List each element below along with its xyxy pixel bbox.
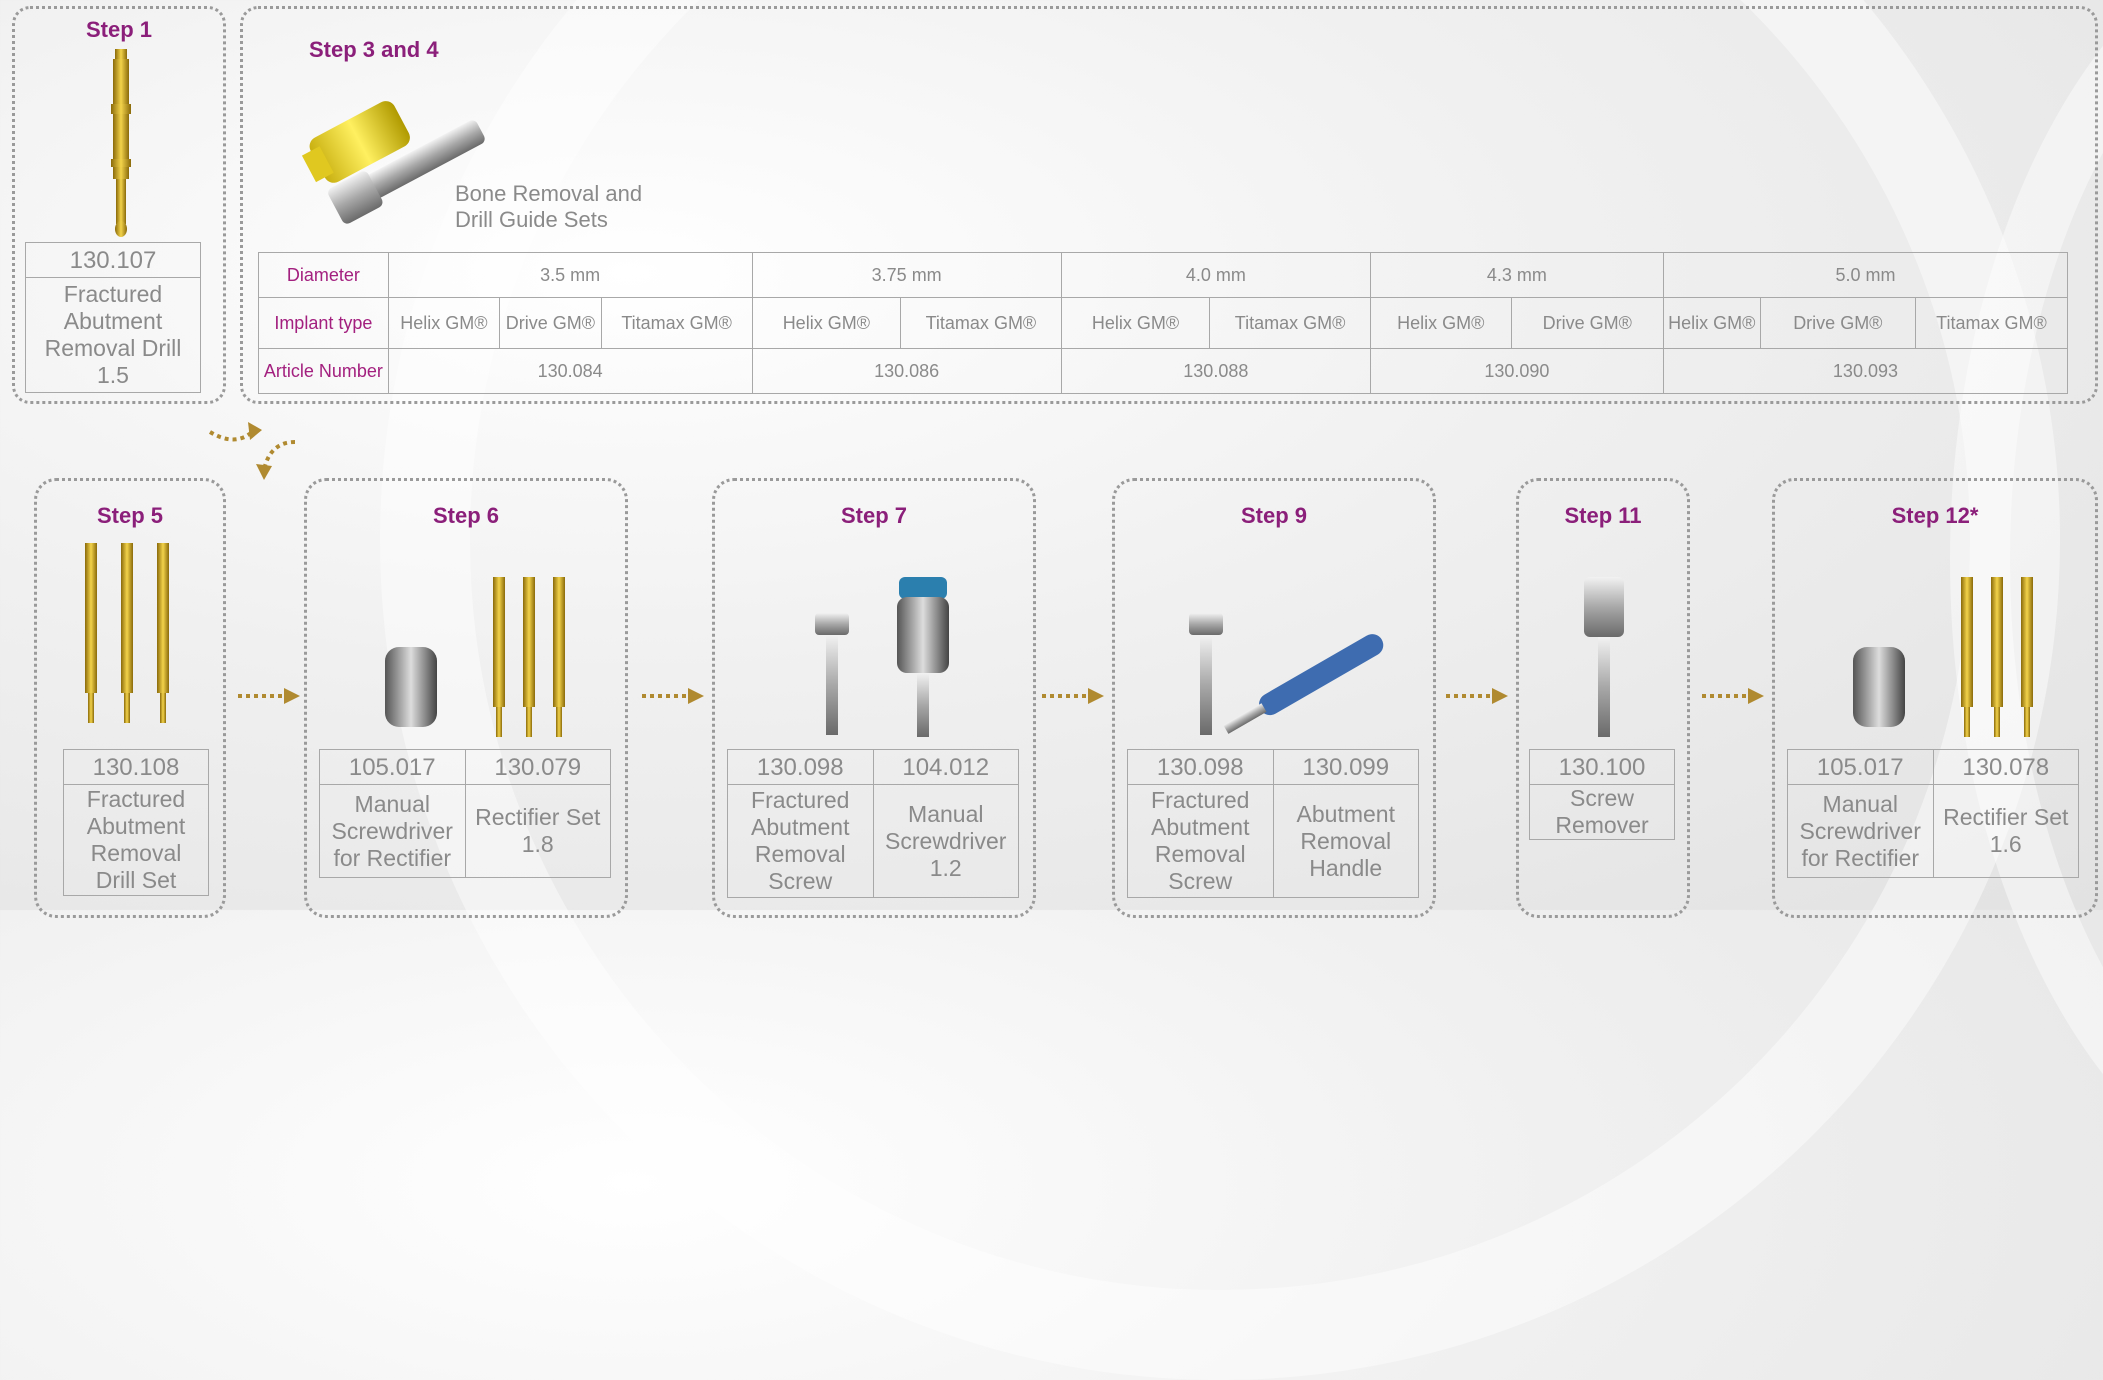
bone-removal-caption-2: Drill Guide Sets [455, 207, 608, 232]
product-label: Rectifier Set 1.6 [1932, 784, 2079, 878]
product-label: Manual Screwdriver 1.2 [872, 784, 1019, 898]
product-label: Manual Screwdriver for Rectifier [319, 784, 466, 878]
article-number-cell: 130.086 [751, 348, 1062, 394]
removal-screw-screwdriver-image [815, 577, 949, 737]
step-11-title: Step 11 [1564, 503, 1642, 528]
step-5-panel: Step 5 130.108 Fractured Abutment Remova… [34, 478, 226, 918]
article-number-cell: 130.093 [1662, 348, 2069, 394]
article-number-cell: 130.090 [1369, 348, 1664, 394]
implant-type-cell: Helix GM® [751, 297, 902, 349]
article-number: 105.017 [319, 749, 466, 785]
article-number: 130.098 [727, 749, 874, 785]
step-12-title: Step 12* [1891, 503, 1979, 528]
arrow-right-icon [238, 688, 300, 704]
step-7-panel: Step 7 130.098 104.012 Fractured Abutment… [712, 478, 1036, 918]
diameter-cell: 4.3 mm [1369, 252, 1664, 298]
step-12-panel: Step 12* 105.017 130.078 Manual Screwdriv… [1772, 478, 2098, 918]
implant-type-cell: Drive GM® [499, 297, 602, 349]
arrow-right-icon [1702, 688, 1764, 704]
product-label: Fractured Abutment Removal Screw [727, 784, 874, 898]
screw-remover-image [1584, 577, 1624, 737]
implant-type-cell: Titamax GM® [1209, 297, 1371, 349]
diameter-cell: 4.0 mm [1060, 252, 1371, 298]
product-label: Fractured Abutment Removal Screw [1127, 784, 1274, 898]
article-number: 105.017 [1787, 749, 1934, 785]
step-5-info-table: 130.108 Fractured Abutment Removal Drill… [63, 749, 209, 896]
diameter-cell: 3.5 mm [387, 252, 753, 298]
product-label: Fractured Abutment Removal Drill Set [63, 784, 209, 896]
drill-set-image [85, 543, 169, 723]
step-12-info-table: 105.017 130.078 Manual Screwdriver for Re… [1787, 749, 2079, 878]
article-number: 130.100 [1529, 749, 1675, 785]
implant-type-label: Implant type [258, 297, 389, 349]
arrow-right-icon [642, 688, 704, 704]
step-11-panel: Step 11 130.100 Screw Remover [1516, 478, 1690, 918]
diameter-cell: 3.75 mm [751, 252, 1062, 298]
implant-type-cell: Titamax GM® [600, 297, 753, 349]
step-9-panel: Step 9 130.098 130.099 Fractured Abutment… [1112, 478, 1436, 918]
implant-type-cell: Helix GM® [387, 297, 501, 349]
article-number: 130.099 [1272, 749, 1419, 785]
step-11-info-table: 130.100 Screw Remover [1529, 749, 1675, 840]
screwdriver-rectifier-image [385, 577, 565, 737]
removal-drill-image [111, 49, 131, 237]
product-label: Screw Remover [1529, 784, 1675, 840]
article-number-label: Article Number [258, 348, 389, 394]
step-6-panel: Step 6 105.017 130.079 Manual Screwdriver… [304, 478, 628, 918]
product-label: Rectifier Set 1.8 [464, 784, 611, 878]
article-number: 104.012 [872, 749, 1019, 785]
implant-type-cell: Helix GM® [1060, 297, 1211, 349]
arrow-right-icon [1446, 688, 1508, 704]
article-number-cell: 130.088 [1060, 348, 1371, 394]
step-9-info-table: 130.098 130.099 Fractured Abutment Remova… [1127, 749, 1419, 898]
product-label: Abutment Removal Handle [1272, 784, 1419, 898]
step-3-4-title: Step 3 and 4 [309, 37, 439, 62]
step-7-info-table: 130.098 104.012 Fractured Abutment Remova… [727, 749, 1019, 898]
article-number: 130.098 [1127, 749, 1274, 785]
step-9-title: Step 9 [1240, 503, 1308, 528]
article-number: 130.078 [1932, 749, 2079, 785]
step-1-info-table: 130.107 Fractured Abutment Removal Drill… [25, 242, 201, 393]
article-number: 130.079 [464, 749, 611, 785]
implant-table: Diameter 3.5 mm 3.75 mm 4.0 mm 4.3 mm 5.… [258, 252, 2069, 394]
curved-arrow-icon [208, 422, 296, 480]
diameter-label: Diameter [258, 252, 389, 298]
implant-type-cell: Helix GM® [1662, 297, 1761, 349]
article-number: 130.107 [25, 242, 201, 278]
step-1-title: Step 1 [85, 17, 153, 42]
diameter-cell: 5.0 mm [1662, 252, 2069, 298]
step-7-title: Step 7 [840, 503, 908, 528]
implant-type-cell: Drive GM® [1759, 297, 1916, 349]
product-label: Manual Screwdriver for Rectifier [1787, 784, 1934, 878]
bone-removal-caption-1: Bone Removal and [455, 181, 643, 206]
step-1-panel: Step 1 130.107 Fractured Abutment Remova… [12, 6, 226, 404]
step-6-info-table: 105.017 130.079 Manual Screwdriver for Re… [319, 749, 611, 878]
implant-type-cell: Helix GM® [1369, 297, 1512, 349]
implant-type-cell: Titamax GM® [1914, 297, 2069, 349]
arrow-right-icon [1042, 688, 1104, 704]
screwdriver-rectifier-image [1853, 577, 2033, 737]
product-label: Fractured Abutment Removal Drill 1.5 [25, 277, 201, 393]
article-number-cell: 130.084 [387, 348, 753, 394]
implant-type-cell: Drive GM® [1510, 297, 1664, 349]
removal-screw-handle-image [1189, 613, 1384, 735]
implant-type-cell: Titamax GM® [900, 297, 1062, 349]
step-5-title: Step 5 [96, 503, 164, 528]
step-6-title: Step 6 [432, 503, 500, 528]
article-number: 130.108 [63, 749, 209, 785]
